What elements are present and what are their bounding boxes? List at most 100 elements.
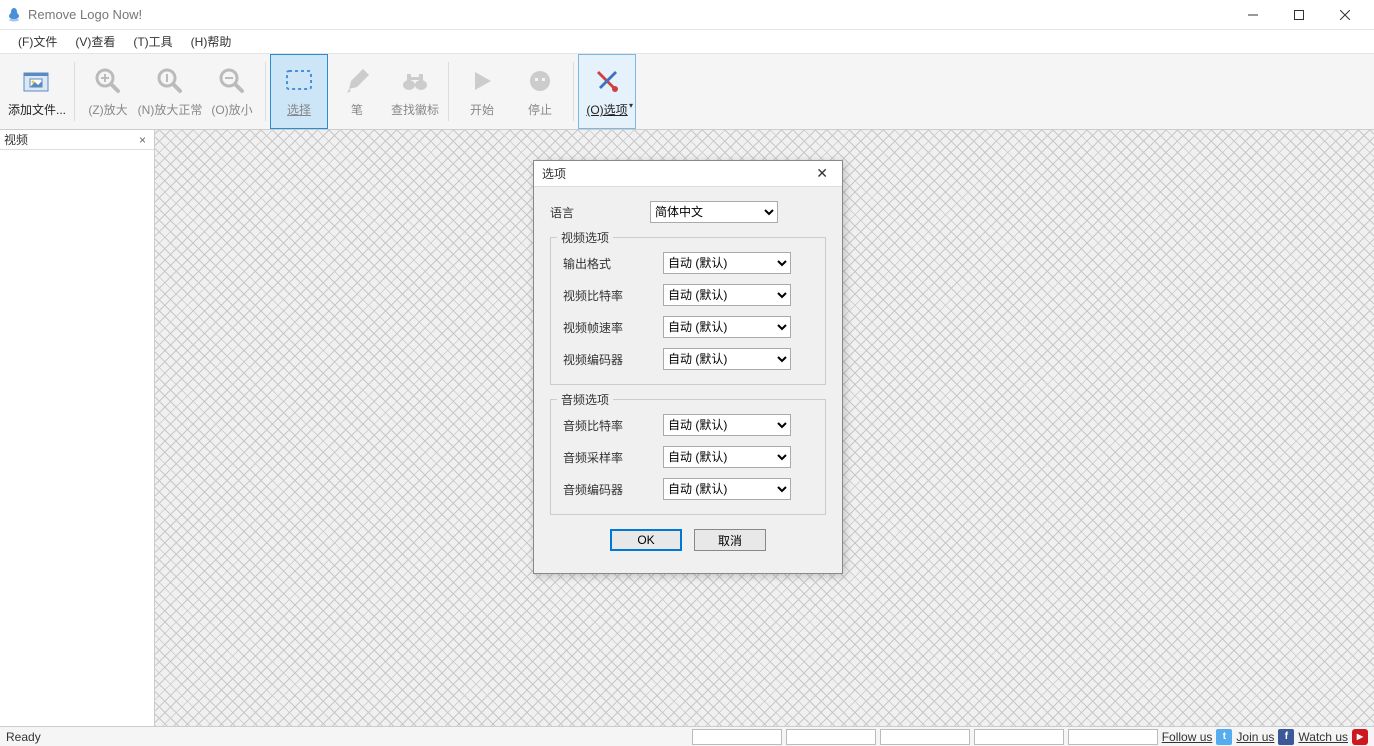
ok-button[interactable]: OK [610, 529, 682, 551]
statusbar: Ready Follow us t Join us f Watch us ▶ [0, 726, 1374, 746]
tool-options-label: (O)选项 [586, 101, 627, 118]
stop-icon [524, 65, 556, 97]
audio-bitrate-row: 音频比特率 自动 (默认) [563, 414, 813, 436]
toolbar-separator [573, 62, 574, 121]
sidebar-close-button[interactable]: × [135, 133, 150, 147]
audio-encoder-label: 音频编码器 [563, 481, 663, 498]
titlebar: Remove Logo Now! [0, 0, 1374, 30]
tool-zoom-in[interactable]: (Z)放大 [79, 54, 137, 129]
audio-bitrate-label: 音频比特率 [563, 417, 663, 434]
maximize-button[interactable] [1276, 0, 1322, 30]
menubar: (F)文件 (V)查看 (T)工具 (H)帮助 [0, 30, 1374, 54]
youtube-icon[interactable]: ▶ [1352, 729, 1368, 745]
tool-zoom-out[interactable]: (O)放小 [203, 54, 261, 129]
watch-link[interactable]: Watch us [1298, 730, 1348, 744]
dialog-titlebar: 选项 ✕ [534, 161, 842, 187]
tool-start[interactable]: 开始 [453, 54, 511, 129]
audio-options-legend: 音频选项 [557, 391, 613, 408]
video-encoder-row: 视频编码器 自动 (默认) [563, 348, 813, 370]
tools-icon [591, 65, 623, 97]
pen-icon [341, 65, 373, 97]
dropdown-arrow-icon: ▾ [629, 101, 633, 110]
play-icon [466, 65, 498, 97]
close-button[interactable] [1322, 0, 1368, 30]
audio-samplerate-label: 音频采样率 [563, 449, 663, 466]
output-format-label: 输出格式 [563, 255, 663, 272]
join-link[interactable]: Join us [1236, 730, 1274, 744]
sidebar: 视频 × [0, 130, 155, 726]
tool-zoom-out-label: (O)放小 [211, 101, 252, 118]
video-bitrate-select[interactable]: 自动 (默认) [663, 284, 791, 306]
tool-zoom-in-label: (Z)放大 [88, 101, 127, 118]
audio-encoder-row: 音频编码器 自动 (默认) [563, 478, 813, 500]
menu-file[interactable]: (F)文件 [10, 31, 65, 52]
language-label: 语言 [550, 204, 650, 221]
menu-view[interactable]: (V)查看 [67, 31, 123, 52]
tool-select-label: 选择 [287, 101, 311, 118]
video-options-group: 视频选项 输出格式 自动 (默认) 视频比特率 自动 (默认) 视频帧速率 自动… [550, 237, 826, 385]
zoom-normal-icon [154, 65, 186, 97]
audio-options-group: 音频选项 音频比特率 自动 (默认) 音频采样率 自动 (默认) 音频编码器 自… [550, 399, 826, 515]
menu-tools[interactable]: (T)工具 [125, 31, 180, 52]
twitter-icon[interactable]: t [1216, 729, 1232, 745]
dialog-body: 语言 简体中文 视频选项 输出格式 自动 (默认) 视频比特率 自动 (默认) … [534, 187, 842, 573]
options-dialog: 选项 ✕ 语言 简体中文 视频选项 输出格式 自动 (默认) 视频比特率 自动 … [533, 160, 843, 574]
status-box [786, 729, 876, 745]
video-framerate-row: 视频帧速率 自动 (默认) [563, 316, 813, 338]
tool-add-files[interactable]: 添加文件... [4, 54, 70, 129]
audio-encoder-select[interactable]: 自动 (默认) [663, 478, 791, 500]
video-framerate-label: 视频帧速率 [563, 319, 663, 336]
status-box [974, 729, 1064, 745]
facebook-icon[interactable]: f [1278, 729, 1294, 745]
sidebar-header: 视频 × [0, 130, 154, 150]
tool-zoom-normal[interactable]: (N)放大正常 [137, 54, 203, 129]
tool-options[interactable]: (O)选项 ▾ [578, 54, 636, 129]
video-bitrate-row: 视频比特率 自动 (默认) [563, 284, 813, 306]
dialog-title-text: 选项 [542, 165, 566, 182]
status-links: Follow us t Join us f Watch us ▶ [1162, 729, 1374, 745]
toolbar-separator [265, 62, 266, 121]
select-icon [283, 65, 315, 97]
output-format-select[interactable]: 自动 (默认) [663, 252, 791, 274]
zoom-in-icon [92, 65, 124, 97]
tool-zoom-normal-label: (N)放大正常 [138, 101, 203, 118]
binoculars-icon [399, 65, 431, 97]
tool-start-label: 开始 [470, 101, 494, 118]
cancel-button[interactable]: 取消 [694, 529, 766, 551]
follow-link[interactable]: Follow us [1162, 730, 1213, 744]
dialog-close-button[interactable]: ✕ [810, 165, 834, 182]
audio-bitrate-select[interactable]: 自动 (默认) [663, 414, 791, 436]
video-encoder-select[interactable]: 自动 (默认) [663, 348, 791, 370]
video-bitrate-label: 视频比特率 [563, 287, 663, 304]
dialog-buttons: OK 取消 [550, 519, 826, 565]
video-framerate-select[interactable]: 自动 (默认) [663, 316, 791, 338]
tool-add-files-label: 添加文件... [8, 101, 66, 118]
toolbar: 添加文件... (Z)放大 (N)放大正常 (O)放小 选择 笔 [0, 54, 1374, 130]
add-files-icon [21, 65, 53, 97]
tool-pen-label: 笔 [351, 101, 363, 118]
app-icon [6, 7, 22, 23]
window-title: Remove Logo Now! [28, 7, 1230, 22]
video-encoder-label: 视频编码器 [563, 351, 663, 368]
sidebar-title: 视频 [4, 131, 28, 148]
tool-pen[interactable]: 笔 [328, 54, 386, 129]
tool-find-logo[interactable]: 查找徽标 [386, 54, 444, 129]
status-box [880, 729, 970, 745]
tool-stop[interactable]: 停止 [511, 54, 569, 129]
window-controls [1230, 0, 1368, 30]
audio-samplerate-select[interactable]: 自动 (默认) [663, 446, 791, 468]
menu-help[interactable]: (H)帮助 [183, 31, 240, 52]
status-box [692, 729, 782, 745]
language-select[interactable]: 简体中文 [650, 201, 778, 223]
minimize-button[interactable] [1230, 0, 1276, 30]
tool-select[interactable]: 选择 [270, 54, 328, 129]
tool-stop-label: 停止 [528, 101, 552, 118]
status-box [1068, 729, 1158, 745]
toolbar-separator [74, 62, 75, 121]
language-row: 语言 简体中文 [550, 201, 826, 223]
status-text: Ready [0, 730, 692, 744]
audio-samplerate-row: 音频采样率 自动 (默认) [563, 446, 813, 468]
toolbar-separator [448, 62, 449, 121]
video-options-legend: 视频选项 [557, 229, 613, 246]
zoom-out-icon [216, 65, 248, 97]
